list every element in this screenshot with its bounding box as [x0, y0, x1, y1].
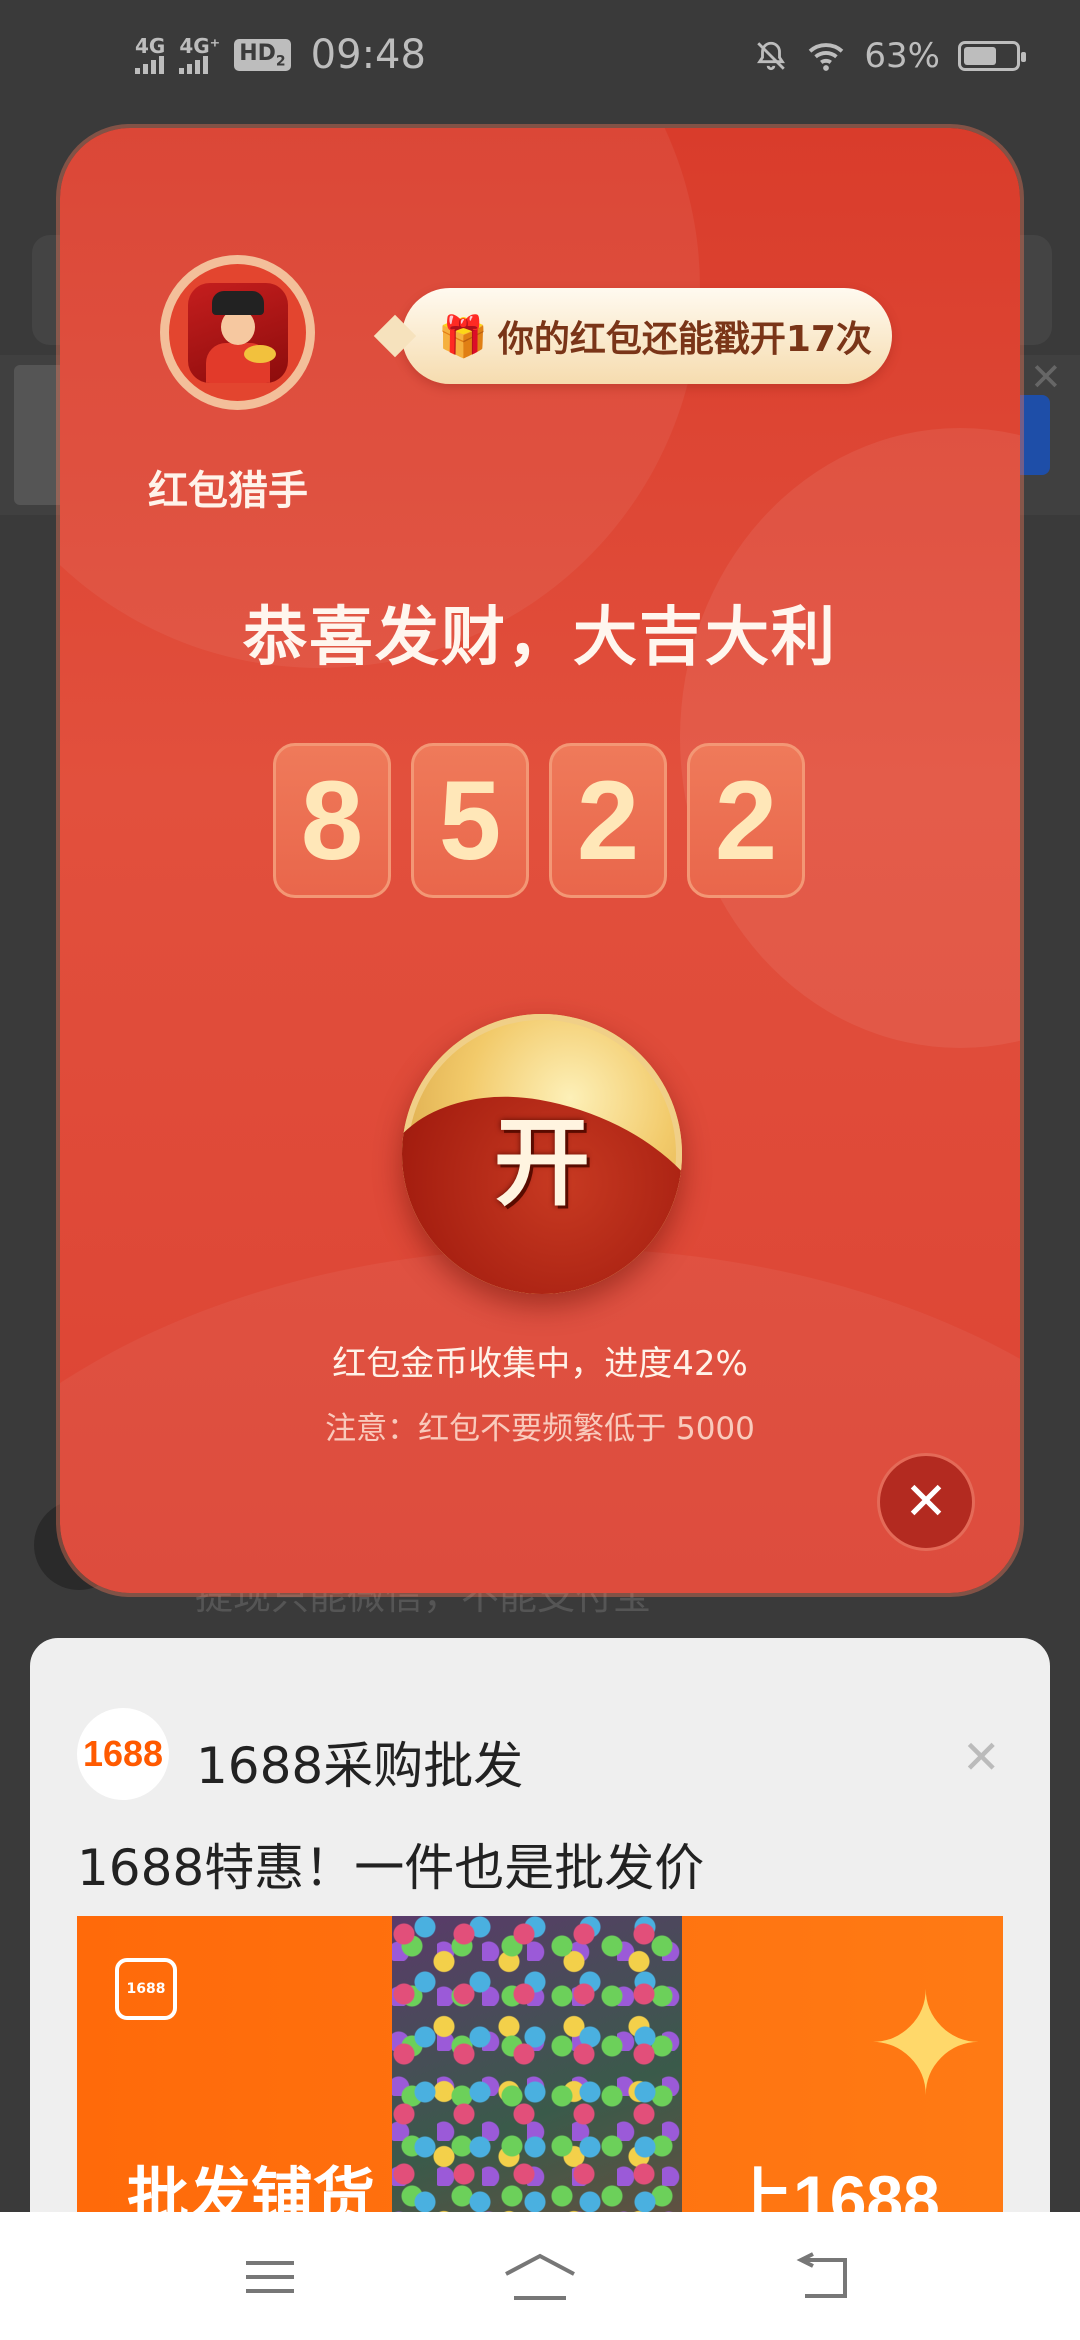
ad-close-button[interactable]: ✕	[962, 1730, 1001, 1784]
mute-bell-icon	[757, 41, 786, 71]
ad-description: 1688特惠！一件也是批发价	[77, 1839, 705, 1897]
background-close-icon: ✕	[1030, 355, 1062, 399]
remaining-opens-bubble: 🎁 你的红包还能戳开17次	[402, 288, 892, 384]
hd-voice-badge: HD2	[234, 38, 291, 72]
open-label: 开	[494, 1106, 590, 1219]
clock: 09:48	[310, 32, 426, 78]
digit-1: 8	[273, 743, 391, 898]
gift-icon: 🎁	[438, 313, 488, 360]
signal-bars-icon	[135, 56, 164, 74]
home-button[interactable]	[500, 2242, 580, 2312]
notice-text: 注意：红包不要频繁低于 5000	[325, 1411, 755, 1447]
battery-percent: 63%	[864, 36, 940, 76]
digit-2: 5	[411, 743, 529, 898]
home-icon	[505, 2253, 575, 2300]
hunter-label: 红包猎手	[148, 468, 308, 514]
god-of-wealth-avatar-image	[187, 282, 288, 383]
system-navigation-bar	[0, 2212, 1080, 2340]
coin-amount-digits: 8 5 2 2	[273, 743, 805, 898]
collection-progress-text: 红包金币收集中，进度42%	[332, 1344, 748, 1384]
signal-2: 4G⁺	[179, 36, 220, 74]
menu-button[interactable]	[230, 2242, 310, 2312]
remaining-opens-text: 你的红包还能戳开17次	[497, 319, 872, 360]
greeting-headline: 恭喜发财，大吉大利	[243, 601, 837, 675]
red-packet-hunter-avatar[interactable]	[160, 255, 315, 410]
advertiser-logo: 1688	[77, 1708, 169, 1800]
ad-title[interactable]: 1688采购批发	[196, 1726, 523, 1798]
close-modal-button[interactable]: ✕	[877, 1453, 975, 1551]
open-red-packet-button[interactable]: 开	[402, 1014, 682, 1294]
signal-1: 4G	[135, 36, 165, 74]
ad-brand-badge-icon: 1688	[115, 1958, 177, 2020]
status-bar: 4G 4G⁺ HD2 09:48 63%	[0, 0, 1080, 120]
close-icon: ✕	[904, 1472, 948, 1532]
red-packet-modal: 红包猎手 🎁 你的红包还能戳开17次 恭喜发财，大吉大利 8 5 2 2 开 红…	[60, 128, 1020, 1593]
star-icon: ✦	[867, 1964, 985, 2127]
digit-3: 2	[549, 743, 667, 898]
signal-bars-icon	[179, 56, 209, 74]
wifi-icon	[809, 43, 844, 71]
digit-4: 2	[687, 743, 805, 898]
back-icon	[796, 2252, 847, 2298]
menu-icon	[246, 2261, 294, 2293]
battery-icon	[958, 41, 1026, 71]
back-button[interactable]	[785, 2242, 865, 2312]
